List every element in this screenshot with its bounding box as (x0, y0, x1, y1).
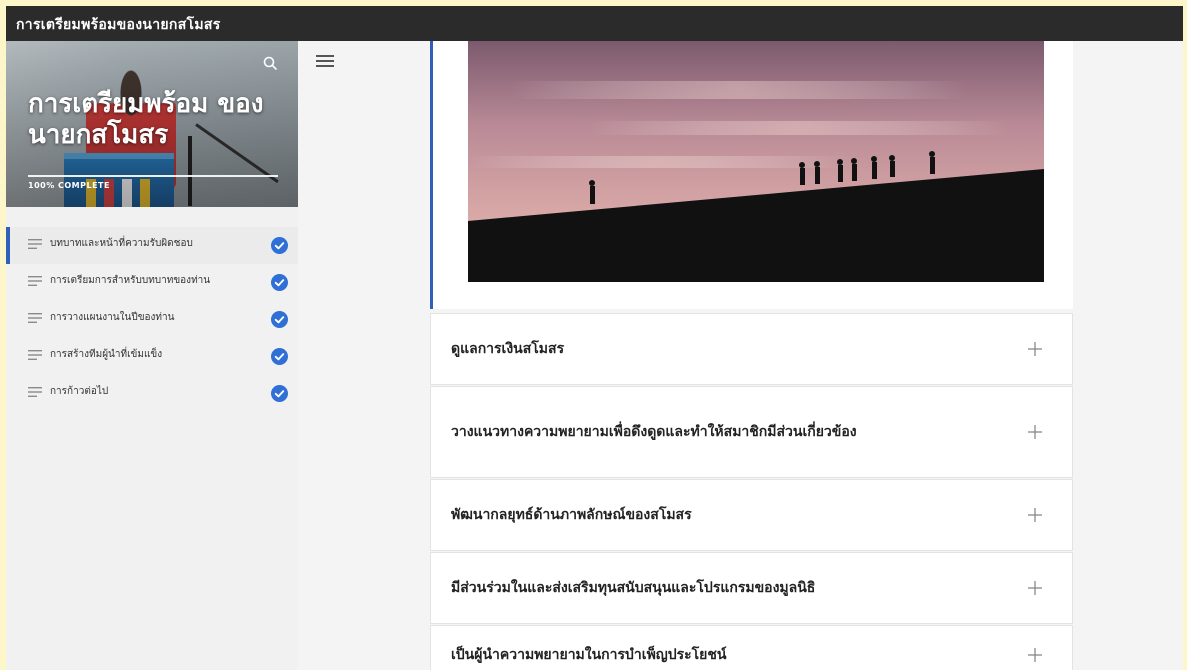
accordion-item[interactable]: พัฒนากลยุทธ์ด้านภาพลักษณ์ของสโมสร (430, 479, 1073, 551)
progress-text: 100% COMPLETE (28, 181, 110, 190)
accordion-item[interactable]: เป็นผู้นำความพยายามในการบำเพ็ญประโยชน์ (430, 625, 1073, 670)
course-title: การเตรียมพร้อม ของนายกสโมสร (28, 89, 264, 150)
lesson-label: การก้าวต่อไป (50, 386, 109, 397)
accordion-label: ดูแลการเงินสโมสร (451, 341, 565, 357)
progress-bar (28, 175, 278, 177)
lesson-image-card (430, 41, 1073, 309)
check-circle-icon (271, 348, 288, 365)
hamburger-menu-icon[interactable] (316, 54, 334, 68)
window-title: การเตรียมพร้อมของนายกสโมสร (16, 17, 221, 33)
window-title-bar: การเตรียมพร้อมของนายกสโมสร (6, 6, 1183, 41)
lesson-label: การวางแผนงานในปีของท่าน (50, 312, 175, 323)
lesson-label: การเตรียมการสำหรับบทบาทของท่าน (50, 275, 211, 286)
plus-icon[interactable] (1028, 581, 1042, 595)
lesson-lines-icon (28, 239, 42, 249)
hikers-silhouette-image (468, 41, 1044, 282)
accordion-item[interactable]: มีส่วนร่วมในและส่งเสริมทุนสนับสนุนและโปร… (430, 552, 1073, 624)
accordion-item[interactable]: ดูแลการเงินสโมสร (430, 313, 1073, 385)
plus-icon[interactable] (1028, 648, 1042, 662)
lesson-item[interactable]: การก้าวต่อไป (6, 375, 298, 412)
accordion-label: มีส่วนร่วมในและส่งเสริมทุนสนับสนุนและโปร… (451, 580, 816, 596)
accordion-item[interactable]: วางแนวทางความพยายามเพื่อดึงดูดและทำให้สม… (430, 386, 1073, 478)
lesson-item[interactable]: การวางแผนงานในปีของท่าน (6, 301, 298, 338)
check-circle-icon (271, 274, 288, 291)
lesson-lines-icon (28, 313, 42, 323)
course-hero-image: การเตรียมพร้อม ของนายกสโมสร 100% COMPLET… (6, 41, 298, 207)
accordion-label: พัฒนากลยุทธ์ด้านภาพลักษณ์ของสโมสร (451, 507, 692, 523)
lesson-item[interactable]: การเตรียมการสำหรับบทบาทของท่าน (6, 264, 298, 301)
lesson-item[interactable]: การสร้างทีมผู้นำที่เข้มแข็ง (6, 338, 298, 375)
lesson-list: บทบาทและหน้าที่ความรับผิดชอบ การเตรียมกา… (6, 227, 298, 412)
lesson-item[interactable]: บทบาทและหน้าที่ความรับผิดชอบ (6, 227, 298, 264)
lesson-lines-icon (28, 387, 42, 397)
lesson-label: บทบาทและหน้าที่ความรับผิดชอบ (50, 238, 193, 249)
sidebar: การเตรียมพร้อม ของนายกสโมสร 100% COMPLET… (6, 41, 298, 670)
lesson-label: การสร้างทีมผู้นำที่เข้มแข็ง (50, 349, 163, 360)
lesson-lines-icon (28, 276, 42, 286)
accordion-label: วางแนวทางความพยายามเพื่อดึงดูดและทำให้สม… (451, 424, 857, 440)
check-circle-icon (271, 385, 288, 402)
app-frame: การเตรียมพร้อมของนายกสโมสร การเตรียมพร้อ… (6, 6, 1183, 670)
plus-icon[interactable] (1028, 342, 1042, 356)
accordion-label: เป็นผู้นำความพยายามในการบำเพ็ญประโยชน์ (451, 647, 727, 663)
lesson-lines-icon (28, 350, 42, 360)
plus-icon[interactable] (1028, 425, 1042, 439)
search-icon[interactable] (262, 55, 278, 71)
plus-icon[interactable] (1028, 508, 1042, 522)
check-circle-icon (271, 311, 288, 328)
check-circle-icon (271, 237, 288, 254)
